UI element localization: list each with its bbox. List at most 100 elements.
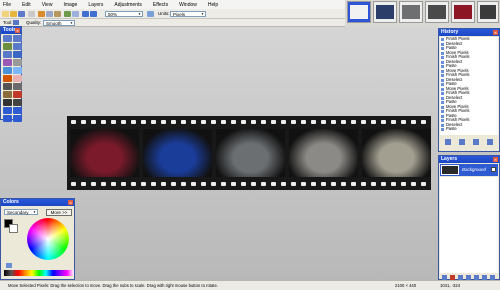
thumbnail[interactable] [425,1,449,23]
delete-layer-icon[interactable] [450,274,455,280]
redo-icon[interactable] [90,11,97,17]
layers-window: Layers × Background [438,155,500,280]
menu-window[interactable]: Window [179,2,197,8]
film-sprocket-hole [341,182,346,186]
move-selected-icon[interactable] [13,43,22,50]
film-sprocket-hole [411,182,416,186]
rectangle-select-icon[interactable] [3,35,12,42]
film-sprocket-hole [401,120,406,124]
grid-icon[interactable] [147,11,154,17]
move-selection-icon[interactable] [13,35,22,42]
close-icon[interactable]: × [493,30,498,35]
move-down-icon[interactable] [482,274,487,280]
color-picker-icon[interactable] [13,83,22,90]
menu-effects[interactable]: Effects [153,2,168,8]
units-combo[interactable]: Pixels ▼ [170,11,206,17]
pan-icon[interactable] [13,59,22,66]
line-icon[interactable] [13,99,22,106]
rewind-icon[interactable] [445,139,451,145]
copy-icon[interactable] [46,11,53,17]
zoom-icon[interactable] [13,51,22,58]
film-sprocket-hole [201,182,206,186]
thumbnail[interactable] [399,1,423,23]
film-frame-silver-coupe [362,129,431,177]
rounded-rectangle-icon[interactable] [13,107,22,114]
magic-wand-icon[interactable] [3,59,12,66]
fast-forward-icon[interactable] [487,139,493,145]
save-icon[interactable] [18,11,25,17]
thumbnail[interactable] [451,1,475,23]
menu-layers[interactable]: Layers [88,2,103,8]
undo-icon[interactable] [82,11,89,17]
menu-image[interactable]: Image [63,2,77,8]
move-up-icon[interactable] [474,274,479,280]
paste-icon[interactable] [54,11,61,17]
merge-layer-icon[interactable] [466,274,471,280]
rectangle-icon[interactable] [3,107,12,114]
colors-title-bar[interactable]: Colors × [1,199,74,206]
deselect-icon[interactable] [72,11,79,17]
history-item[interactable]: Paste [440,126,498,132]
move-tool-icon[interactable] [13,20,19,25]
paint-bucket-icon[interactable] [3,67,12,74]
film-sprocket-hole [191,120,196,124]
layer-row[interactable]: Background [440,164,498,176]
palette-menu-icon[interactable] [6,263,12,268]
layer-visibility-checkbox[interactable] [491,167,496,172]
gradient-icon[interactable] [13,67,22,74]
film-sprocket-hole [171,120,176,124]
thumbnail[interactable] [477,1,499,23]
redo-icon[interactable] [473,139,479,145]
color-mode-combo[interactable]: Secondary ▼ [4,209,38,215]
eraser-icon[interactable] [13,75,22,82]
film-sprocket-hole [381,182,386,186]
zoom-value: 50% [108,12,118,17]
recolor-icon[interactable] [13,91,22,98]
paintbrush-icon[interactable] [3,75,12,82]
tools-title-bar[interactable]: Tools × [1,27,21,34]
print-icon[interactable] [28,11,35,17]
ellipse-select-icon[interactable] [3,51,12,58]
new-icon[interactable] [2,11,9,17]
layers-title-bar[interactable]: Layers × [439,156,499,163]
close-icon[interactable]: × [68,200,73,205]
cut-icon[interactable] [38,11,45,17]
menu-view[interactable]: View [42,2,53,8]
quality-combo[interactable]: Smooth ▼ [43,20,75,26]
secondary-color-swatch[interactable] [9,224,18,233]
undo-icon[interactable] [459,139,465,145]
color-mode-value: Secondary [7,210,29,215]
film-sprocket-hole [211,182,216,186]
menu-help[interactable]: Help [208,2,218,8]
film-sprocket-hole [141,182,146,186]
image-size: 2100 × 440 [395,283,417,288]
close-icon[interactable]: × [15,28,20,33]
color-wheel[interactable] [27,218,69,260]
thumbnail-active[interactable] [347,1,371,23]
menu-edit[interactable]: Edit [22,2,31,8]
text-icon[interactable] [3,99,12,106]
zoom-combo[interactable]: 50% ▼ [105,11,143,17]
menu-adjustments[interactable]: Adjustments [114,2,142,8]
pencil-icon[interactable] [3,83,12,90]
clone-stamp-icon[interactable] [3,91,12,98]
close-icon[interactable]: × [493,157,498,162]
tool-grid [1,34,22,123]
ellipse-icon[interactable] [3,115,12,122]
thumbnail[interactable] [373,1,397,23]
film-sprocket-hole [421,120,426,124]
layer-properties-icon[interactable] [490,274,495,280]
crop-icon[interactable] [64,11,71,17]
cursor-position: 1041, -324 [440,283,461,288]
lasso-select-icon[interactable] [3,43,12,50]
freeform-shape-icon[interactable] [13,115,22,122]
color-palette[interactable] [4,270,74,276]
film-sprocket-hole [151,120,156,124]
more-button[interactable]: More >> [46,209,72,216]
add-layer-icon[interactable] [442,274,447,280]
open-icon[interactable] [10,11,17,17]
history-title-bar[interactable]: History × [439,29,499,36]
film-strip-image[interactable] [67,116,431,190]
menu-file[interactable]: File [3,2,11,8]
duplicate-layer-icon[interactable] [458,274,463,280]
